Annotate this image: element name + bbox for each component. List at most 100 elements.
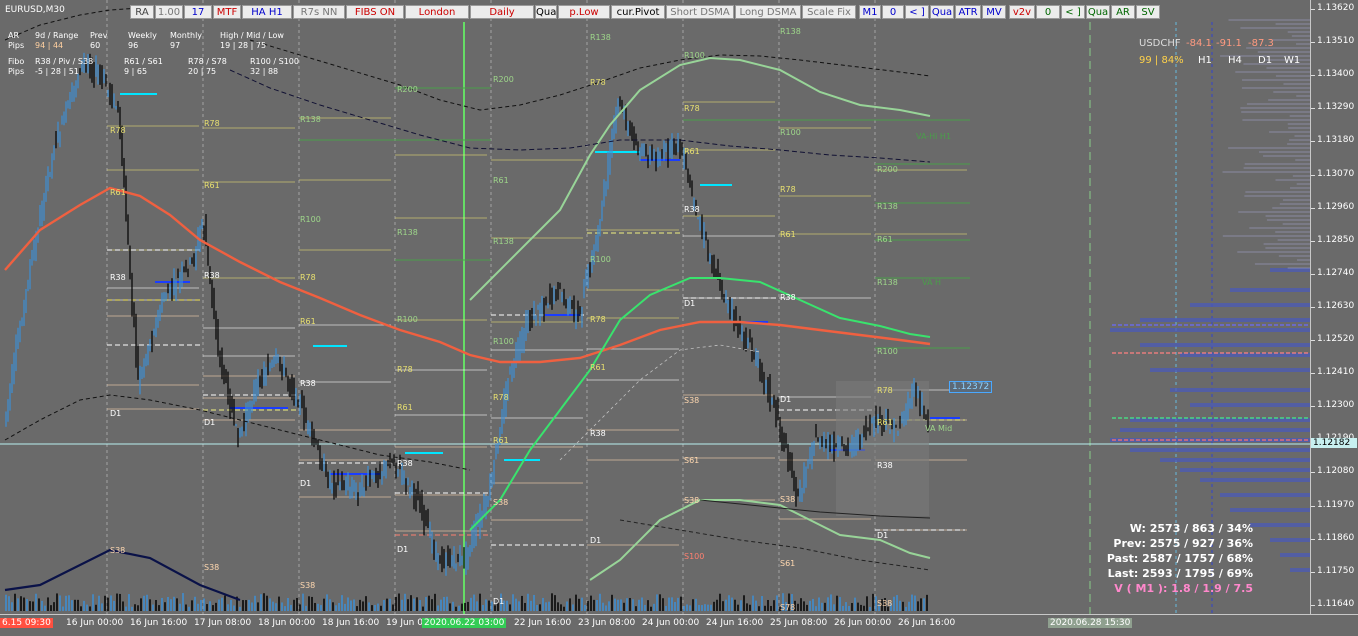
toolbar-button-5[interactable]: R7s NN xyxy=(293,5,345,19)
time-tick: 24 Jun 16:00 xyxy=(706,618,764,628)
toolbar-button-3[interactable]: MTF xyxy=(213,5,241,19)
level-label: R61 xyxy=(684,147,700,156)
level-label: R138 xyxy=(590,33,611,42)
toolbar-button-8[interactable]: Daily xyxy=(470,5,534,19)
info-fibo-pips-label: Pips xyxy=(8,67,25,76)
price-tick: 1.12740 xyxy=(1310,267,1355,278)
level-label: R61 xyxy=(110,188,126,197)
info-fibo-61-value: 9 | 65 xyxy=(124,67,148,76)
price-tick: 1.12300 xyxy=(1310,400,1355,411)
info-range-value: 94 | 44 xyxy=(35,41,64,50)
time-tick: 16 Jun 16:00 xyxy=(130,618,188,628)
level-label: D1 xyxy=(590,536,601,545)
toolbar-button-14[interactable]: Scale Fix xyxy=(802,5,856,19)
time-tick: 6.15 09:30 xyxy=(0,618,53,628)
level-label: R78 xyxy=(877,386,893,395)
level-label: D1 xyxy=(780,395,791,404)
toolbar-button-26[interactable]: SV xyxy=(1136,5,1160,19)
level-label: R78 xyxy=(110,126,126,135)
toolbar-button-19[interactable]: ATR xyxy=(955,5,981,19)
level-label: R100 xyxy=(493,337,514,346)
price-chart: R78 R61 R38 D1 S38 R78 R61 R38 D1 S38 R138 R100 R78 R… xyxy=(0,0,1310,614)
level-label: R138 xyxy=(300,115,321,124)
current-price-label: 1.12182 xyxy=(1311,438,1357,448)
toolbar-button-25[interactable]: AR xyxy=(1111,5,1135,19)
level-label: R61 xyxy=(780,230,796,239)
level-label: R78 xyxy=(590,78,606,87)
toolbar-button-9[interactable]: Qua xyxy=(535,5,557,19)
price-tick: 1.12850 xyxy=(1310,234,1355,245)
toolbar-button-18[interactable]: Qua xyxy=(930,5,954,19)
ema-line xyxy=(4,186,931,364)
level-label: R100 xyxy=(397,315,418,324)
level-label: D1 xyxy=(397,545,408,554)
time-tick: 24 Jun 00:00 xyxy=(642,618,700,628)
level-label: D1 xyxy=(110,409,121,418)
level-label: R100 xyxy=(590,255,611,264)
toolbar-button-13[interactable]: Long DSMA xyxy=(735,5,801,19)
level-label: D1 xyxy=(204,418,215,427)
level-label: S38 xyxy=(877,599,892,608)
level-label: D1 xyxy=(493,597,504,606)
toolbar-button-6[interactable]: FIBS ON xyxy=(346,5,404,19)
level-label: R78 xyxy=(397,365,413,374)
toolbar-button-15[interactable]: M1 xyxy=(859,5,881,19)
toolbar-button-12[interactable]: Short DSMA xyxy=(666,5,734,19)
level-label: R200 xyxy=(877,165,898,174)
level-label: R38 xyxy=(397,459,413,468)
stats-vm1: V ( M1 ): 1.8 / 1.9 / 7.5 xyxy=(1114,582,1253,595)
level-label: S38 xyxy=(493,498,508,507)
toolbar-button-17[interactable]: < ] xyxy=(905,5,929,19)
info-fibo-61-label: R61 / S61 xyxy=(124,57,163,66)
usdchf-tf-d1[interactable]: D1 xyxy=(1258,55,1272,66)
level-label: R100 xyxy=(780,128,801,137)
time-scale[interactable]: 6.15 09:30 16 Jun 00:00 16 Jun 16:00 17 Jun… xyxy=(0,614,1358,636)
level-label: R78 xyxy=(300,273,316,282)
level-label: R61 xyxy=(877,235,893,244)
toolbar-button-2[interactable]: 17 xyxy=(184,5,212,19)
price-scale[interactable]: 1.13620 1.13510 1.13400 1.13290 1.13180 1.130… xyxy=(1310,0,1358,614)
toolbar-button-20[interactable]: MV xyxy=(982,5,1006,19)
level-label: S38 xyxy=(204,563,219,572)
info-monthly-label: Monthly xyxy=(170,31,203,40)
usdchf-tf-h4[interactable]: H4 xyxy=(1228,55,1242,66)
toolbar-button-1[interactable]: 1.00 xyxy=(155,5,183,19)
price-tick: 1.12960 xyxy=(1310,201,1355,212)
level-label: VA Mid xyxy=(925,424,952,433)
level-label: S100 xyxy=(684,552,704,561)
box-price-label: 1.12372 xyxy=(949,381,993,393)
time-tick: 16 Jun 00:00 xyxy=(66,618,124,628)
toolbar-button-16[interactable]: 0 xyxy=(882,5,904,19)
chart-area[interactable]: R78 R61 R38 D1 S38 R78 R61 R38 D1 S38 R138 R100 R78 R… xyxy=(0,0,1310,614)
toolbar-button-0[interactable]: RA xyxy=(130,5,154,19)
toolbar-button-10[interactable]: p.Low xyxy=(558,5,610,19)
toolbar-button-21[interactable]: v2v xyxy=(1009,5,1035,19)
level-label: R38 xyxy=(590,429,606,438)
level-label: R138 xyxy=(780,27,801,36)
level-label: D1 xyxy=(300,479,311,488)
usdchf-tf-w1[interactable]: W1 xyxy=(1284,55,1300,66)
toolbar-button-7[interactable]: London xyxy=(405,5,469,19)
usdchf-percent: 99 | 84% xyxy=(1139,55,1184,66)
level-label: D1 xyxy=(877,531,888,540)
level-label: S38 xyxy=(684,396,699,405)
toolbar-button-24[interactable]: Qua xyxy=(1086,5,1110,19)
toolbar-button-22[interactable]: 0 xyxy=(1036,5,1060,19)
info-fibo-78-value: 20 | 75 xyxy=(188,67,217,76)
toolbar-button-11[interactable]: cur.Pivot xyxy=(611,5,665,19)
info-fibo-100-label: R100 / S100 xyxy=(250,57,299,66)
toolbar-button-23[interactable]: < ] xyxy=(1061,5,1085,19)
level-label: R78 xyxy=(684,104,700,113)
info-hml-label: High / Mid / Low xyxy=(220,31,284,40)
price-tick: 1.11750 xyxy=(1310,565,1355,576)
toolbar-button-4[interactable]: HA H1 xyxy=(242,5,292,19)
usdchf-value-2: -91.1 xyxy=(1216,38,1242,49)
stats-last: Last: 2593 / 1795 / 69% xyxy=(1107,567,1253,580)
usdchf-tf-h1[interactable]: H1 xyxy=(1198,55,1212,66)
time-tick: 17 Jun 08:00 xyxy=(194,618,252,628)
level-label: R200 xyxy=(493,75,514,84)
time-tick: 23 Jun 08:00 xyxy=(578,618,636,628)
level-label: R38 xyxy=(877,461,893,470)
level-label: R61 xyxy=(877,418,893,427)
level-label: R38 xyxy=(204,271,220,280)
